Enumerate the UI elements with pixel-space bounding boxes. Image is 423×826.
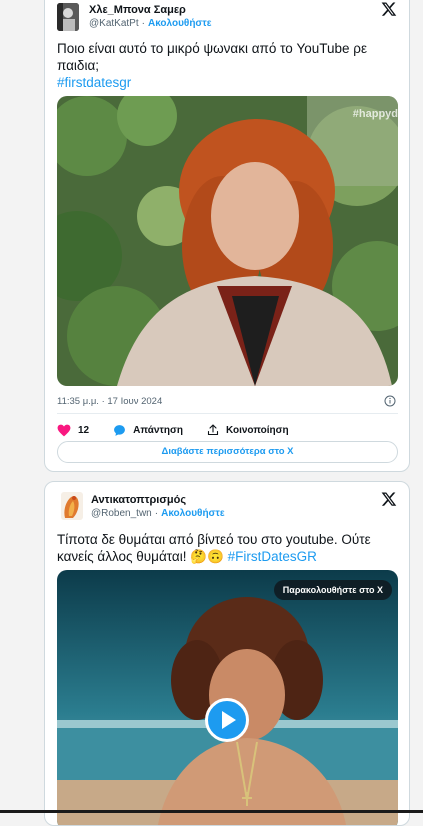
avatar[interactable] [61,492,83,520]
action-bar: 12 Απάντηση Κοινοποίηση [57,422,313,438]
play-button[interactable] [205,698,249,742]
tweet-body: Τίποτα δε θυμάται από βίντεό του στο you… [57,532,371,564]
avatar[interactable] [57,3,79,31]
hashtag-link[interactable]: #firstdatesgr [57,75,131,90]
media-watermark: #happyd [352,108,398,120]
separator-dot: · [141,18,145,29]
watch-on-x-button[interactable]: Παρακολουθήστε στο X [273,580,392,600]
tweet-card-1: Χλε_Μπονα Σαμερ @KatKatPt · Ακολουθήστε Πο… [44,0,410,472]
reply-button[interactable]: Απάντηση [113,424,183,437]
follow-button[interactable]: Ακολουθήστε [148,18,212,29]
like-count: 12 [78,424,90,436]
display-name[interactable]: Αντικατοπτρισμός [91,494,186,506]
reply-label: Απάντηση [133,424,183,436]
tweet-video[interactable]: Παρακολουθήστε στο X [57,570,398,825]
share-button[interactable]: Κοινοποίηση [207,424,289,436]
share-label: Κοινοποίηση [225,424,289,436]
play-icon [222,711,236,729]
tweet-photo[interactable]: #happyd [57,96,398,386]
info-icon[interactable] [384,395,396,407]
display-name[interactable]: Χλε_Μπονα Σαμερ [89,4,186,16]
follow-button[interactable]: Ακολουθήστε [161,508,225,519]
divider [57,413,398,414]
photo-woman-red-hair [57,96,398,386]
x-logo-icon[interactable] [381,491,397,507]
tweet-card-2: Αντικατοπτρισμός @Roben_twn · Ακολουθήστε … [44,481,410,826]
handle-row: @Roben_twn · Ακολουθήστε [91,508,225,519]
reply-bubble-icon [114,424,126,436]
tweet-body: Ποιο είναι αυτό το μικρό ψωνακι από το Y… [57,41,367,73]
handle-row: @KatKatPt · Ακολουθήστε [89,18,211,29]
x-logo-icon[interactable] [381,1,397,17]
like-button[interactable]: 12 [57,424,89,437]
user-handle[interactable]: @KatKatPt [89,18,139,29]
separator-dot: · [154,508,159,519]
tweet-text: Τίποτα δε θυμάται από βίντεό του στο you… [57,531,397,565]
user-handle[interactable]: @Roben_twn [91,508,152,519]
timestamp[interactable]: 11:35 μ.μ. · 17 Ιουν 2024 [57,396,162,407]
heart-icon [57,424,71,436]
hashtag-link[interactable]: #FirstDatesGR [228,549,317,564]
tweet-text: Ποιο είναι αυτό το μικρό ψωνακι από το Y… [57,40,397,91]
share-upload-icon [207,424,219,436]
read-more-button[interactable]: Διαβάστε περισσότερα στο X [57,441,398,463]
